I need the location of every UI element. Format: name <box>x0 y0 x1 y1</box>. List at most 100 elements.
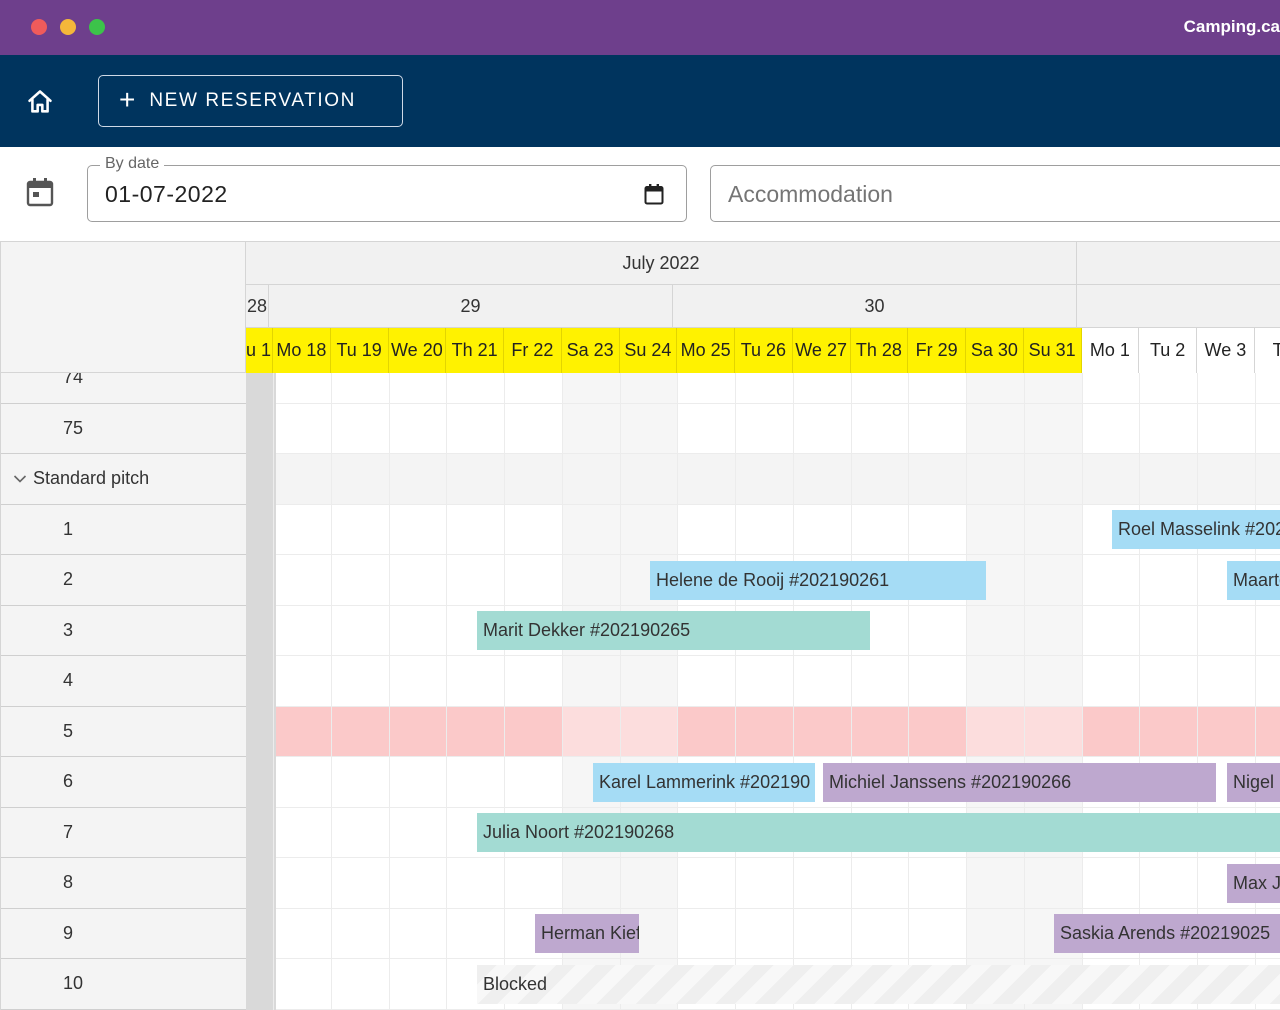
accommodation-number: 6 <box>1 771 246 792</box>
reservation-bar[interactable]: Max J <box>1227 864 1280 903</box>
reservation-bar[interactable]: Helene de Rooij #202190261 <box>650 561 986 600</box>
day-header: Su 31 <box>1024 328 1082 373</box>
grid-line <box>851 373 852 1010</box>
unavailable-row <box>276 707 1280 756</box>
day-header: Su 24 <box>620 328 678 373</box>
reservation-bar[interactable]: Nigel <box>1227 763 1280 802</box>
weekend-cell <box>562 404 620 454</box>
reservation-bar[interactable]: Saskia Arends #20219025 <box>1054 914 1280 953</box>
day-header: We 20 <box>389 328 447 373</box>
weekend-cell <box>620 404 678 454</box>
accommodation-number: 2 <box>1 569 246 590</box>
day-header: Mo 18 <box>273 328 331 373</box>
calendar-header: July 2022 28 29 30 3 u 1Mo 18Tu 19We 20T… <box>246 241 1280 373</box>
close-window-button[interactable] <box>31 19 47 35</box>
day-header: Th <box>1255 328 1280 373</box>
grid-line <box>1024 373 1025 1010</box>
past-days-column <box>246 373 276 1010</box>
weekend-cell <box>620 505 678 555</box>
weekend-cell <box>1024 656 1082 706</box>
reservation-bar[interactable]: Roel Masselink #2021 <box>1112 510 1280 549</box>
accommodation-row-label: 8 <box>1 858 246 909</box>
weekend-cell <box>966 909 1024 959</box>
weekend-cell <box>562 555 620 605</box>
accommodation-row-label: 3 <box>1 606 246 657</box>
weekend-cell <box>620 373 678 403</box>
blocked-period[interactable]: Blocked <box>477 965 1280 1004</box>
new-reservation-label: NEW RESERVATION <box>149 90 356 112</box>
accommodation-placeholder: Accommodation <box>728 181 893 208</box>
reservation-bar[interactable]: Karel Lammerink #202190 <box>593 763 815 802</box>
grid-row <box>276 404 1280 455</box>
accommodation-list: 7475Standard pitch12345678910 <box>0 373 246 1010</box>
grid-line <box>966 373 967 1010</box>
reservation-bar[interactable]: Maarten <box>1227 561 1280 600</box>
accommodation-row-label: 74 <box>1 373 246 404</box>
app-window: { "window": { "title": "Camping.ca" }, "… <box>0 0 1280 1010</box>
accommodation-number: 7 <box>1 822 246 843</box>
calendar-icon[interactable] <box>26 177 54 207</box>
accommodation-group-row[interactable]: Standard pitch <box>1 454 246 505</box>
accommodation-row-label: 2 <box>1 555 246 606</box>
maximize-window-button[interactable] <box>89 19 105 35</box>
new-reservation-button[interactable]: + NEW RESERVATION <box>98 75 403 127</box>
date-field[interactable]: By date 01-07-2022 <box>87 165 687 222</box>
day-header: u 1 <box>246 328 273 373</box>
weekend-cell <box>966 373 1024 403</box>
accommodation-row-label: 4 <box>1 656 246 707</box>
calendar-grid: Roel Masselink #2021 Helene de Rooij #202… <box>246 373 1280 1010</box>
grid-line <box>677 373 678 1010</box>
grid-row <box>276 373 1280 404</box>
home-icon <box>26 88 54 116</box>
day-header: Tu 2 <box>1139 328 1197 373</box>
reservation-bar[interactable]: Herman Kief <box>535 914 639 953</box>
reservation-bar[interactable]: Julia Noort #202190268 <box>477 813 1280 852</box>
weekend-cell <box>562 505 620 555</box>
plus-icon: + <box>119 86 135 114</box>
weekend-cell <box>1024 404 1082 454</box>
group-label: Standard pitch <box>33 468 149 489</box>
accommodation-number: 9 <box>1 923 246 944</box>
month-header: July 2022 <box>246 242 1077 284</box>
accommodation-row-label: 9 <box>1 909 246 960</box>
weekend-cell <box>966 606 1024 656</box>
reservation-calendar: July 2022 28 29 30 3 u 1Mo 18Tu 19We 20T… <box>0 241 1280 1010</box>
window-titlebar: Camping.ca <box>0 0 1280 55</box>
date-value: 01-07-2022 <box>105 181 228 208</box>
accommodation-field[interactable]: Accommodation <box>710 165 1280 222</box>
date-field-label: By date <box>100 155 164 173</box>
week-header: 3 <box>1077 285 1280 327</box>
grid-line <box>504 373 505 1010</box>
day-header: Tu 26 <box>735 328 793 373</box>
day-header: We 3 <box>1197 328 1255 373</box>
month-header <box>1077 242 1280 284</box>
app-toolbar: + NEW RESERVATION <box>0 55 1280 147</box>
calendar-corner <box>0 241 246 373</box>
grid-line <box>331 373 332 1010</box>
day-header: Th 21 <box>446 328 504 373</box>
day-header: Fr 29 <box>908 328 966 373</box>
weekend-cell <box>966 505 1024 555</box>
accommodation-row-label: 75 <box>1 404 246 455</box>
day-row: u 1Mo 18Tu 19We 20Th 21Fr 22Sa 23Su 24Mo… <box>246 328 1280 373</box>
reservation-bar[interactable]: Marit Dekker #202190265 <box>477 611 870 650</box>
minimize-window-button[interactable] <box>60 19 76 35</box>
week-header: 28 <box>246 285 269 327</box>
weekend-cell <box>1024 373 1082 403</box>
weekend-cell <box>966 858 1024 908</box>
weekend-cell <box>966 656 1024 706</box>
grid-line <box>735 373 736 1010</box>
accommodation-number: 5 <box>1 721 246 742</box>
grid-line <box>446 373 447 1010</box>
reservation-bar[interactable]: Michiel Janssens #202190266 <box>823 763 1216 802</box>
weekend-cell <box>1024 606 1082 656</box>
group-grid-row <box>276 454 1280 505</box>
weekend-cell <box>1024 858 1082 908</box>
accommodation-number: 3 <box>1 620 246 641</box>
date-picker-icon[interactable] <box>644 183 664 205</box>
home-button[interactable] <box>24 87 56 117</box>
filter-bar: By date 01-07-2022 Accommodation <box>0 147 1280 241</box>
grid-line <box>793 373 794 1010</box>
accommodation-row-label: 7 <box>1 808 246 859</box>
chevron-down-icon <box>13 474 27 484</box>
